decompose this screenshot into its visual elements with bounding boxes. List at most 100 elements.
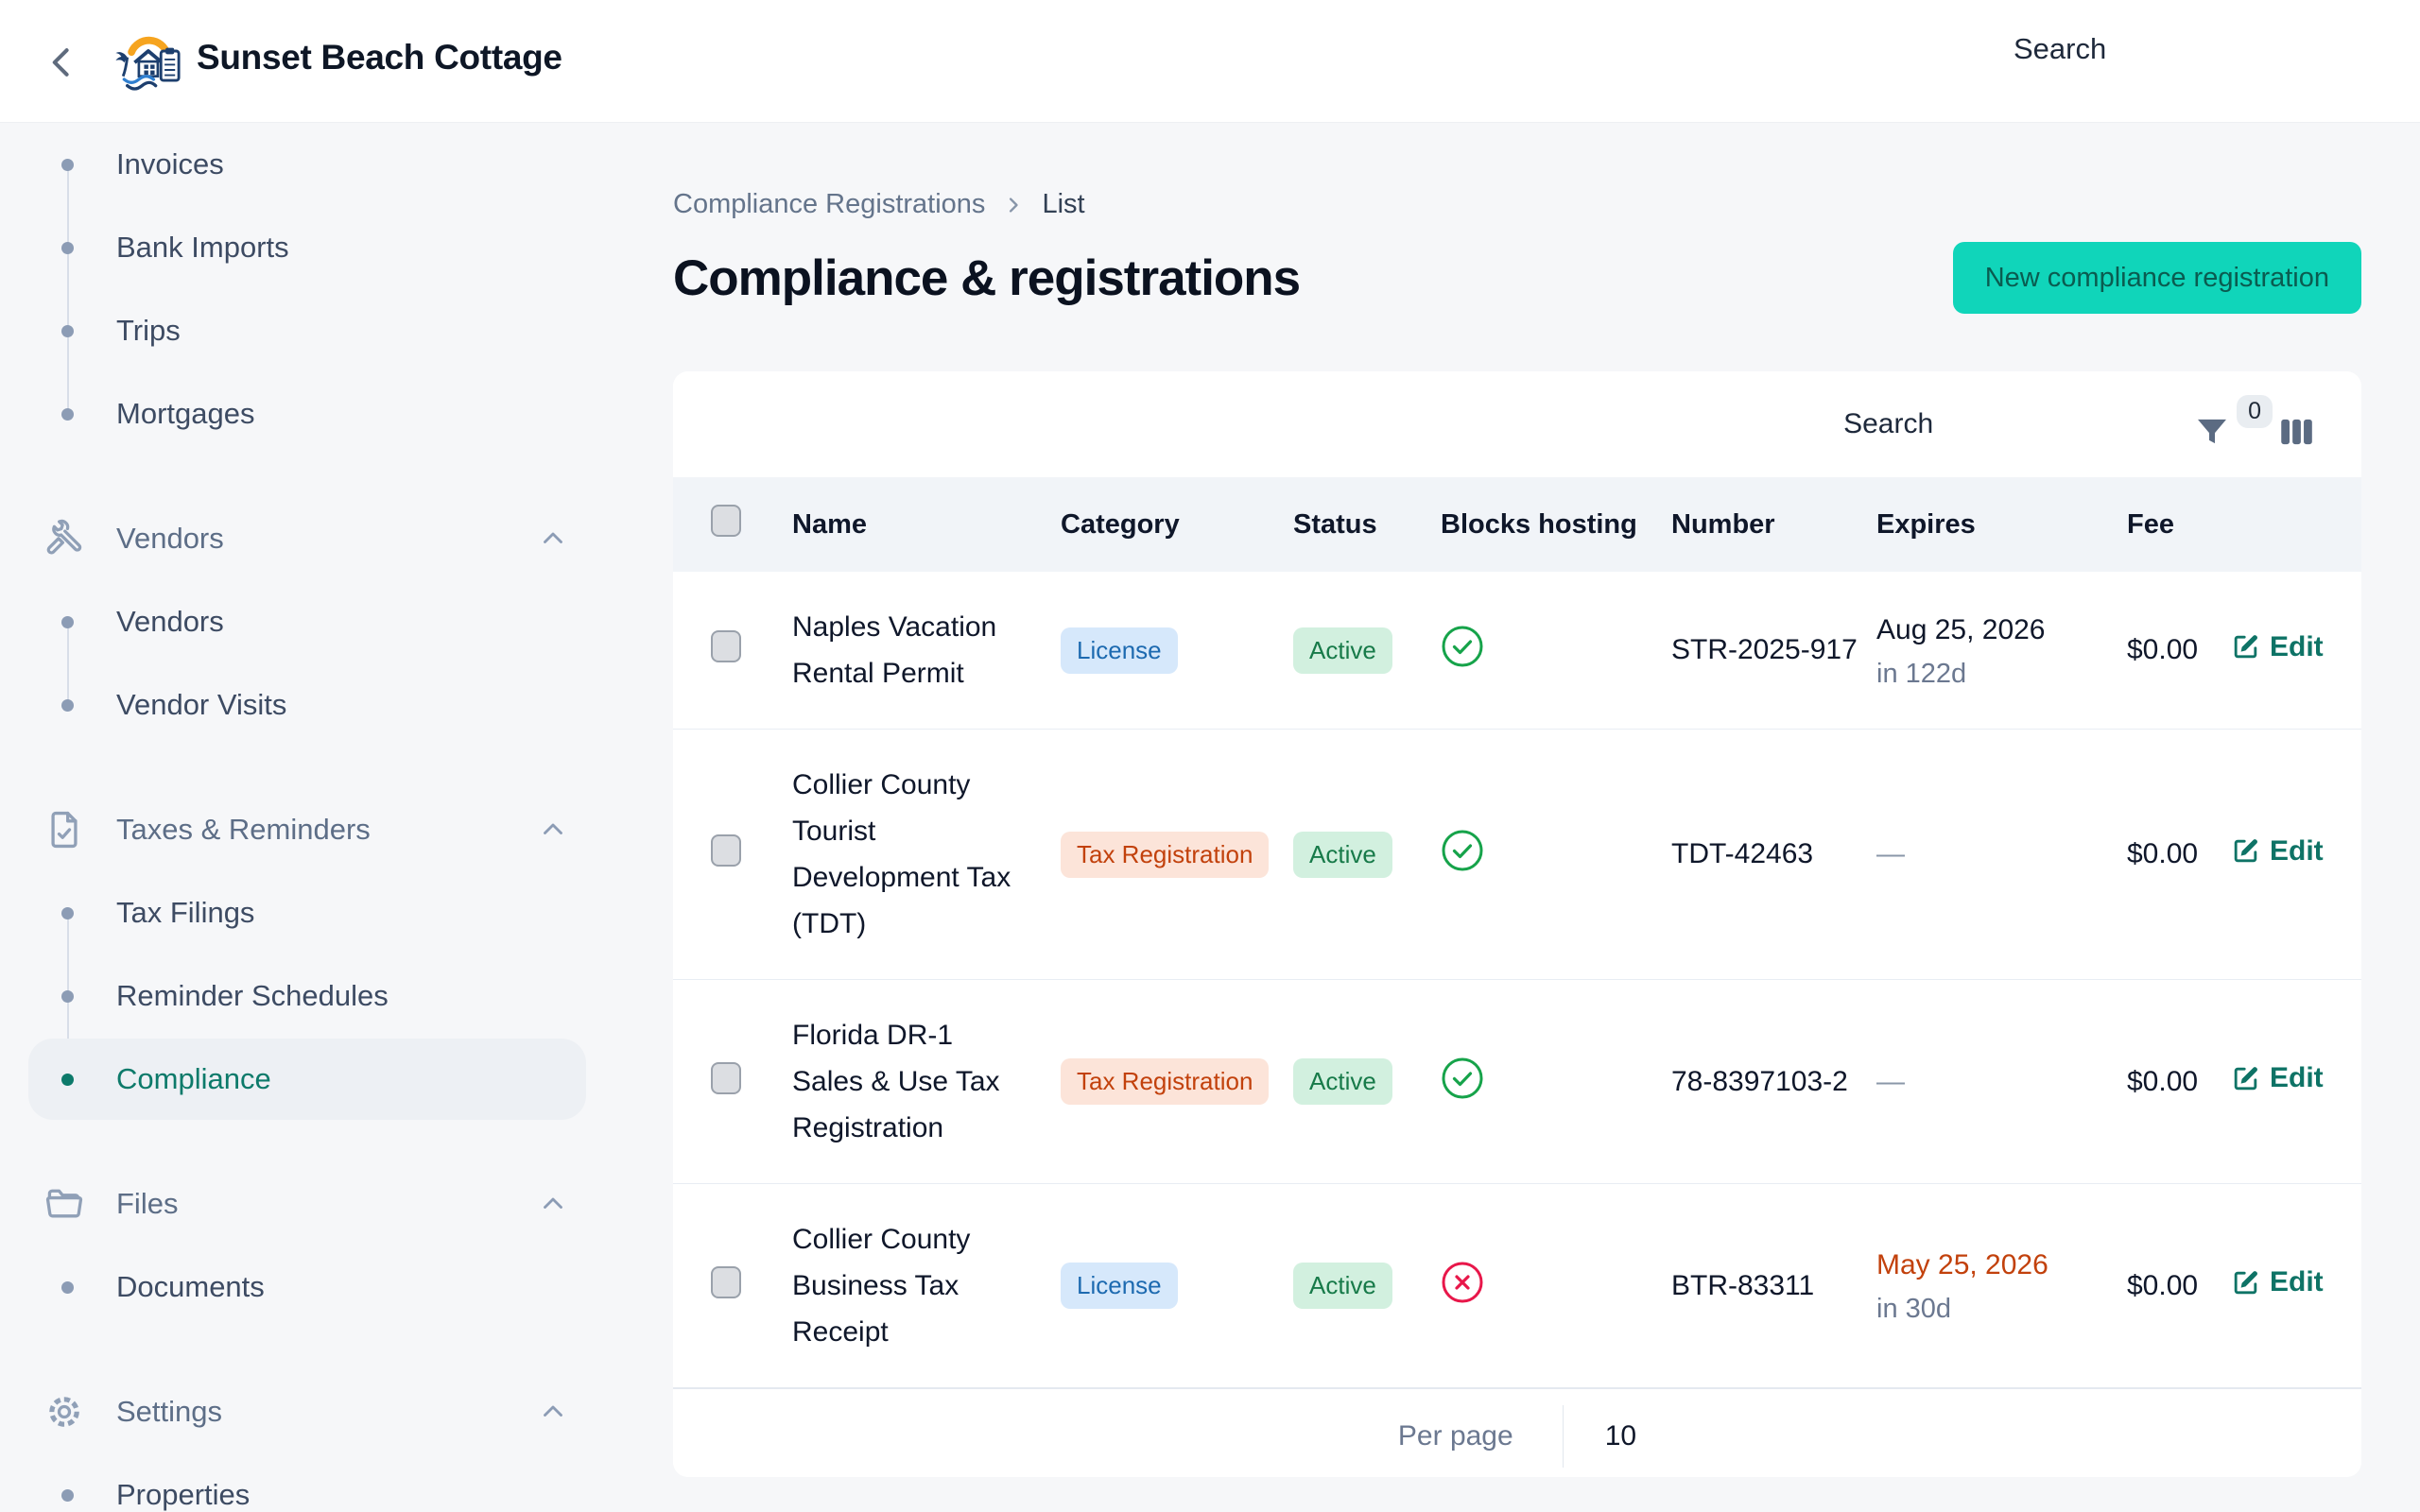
breadcrumb-current: List [1042, 189, 1084, 220]
column-header-name: Name [792, 509, 1061, 541]
breadcrumb: Compliance Registrations List [673, 189, 2361, 220]
sidebar-item-label: Tax Filings [116, 896, 254, 930]
sidebar-item-vendors[interactable]: Vendors [0, 580, 624, 663]
fee-value: $0.00 [2127, 838, 2231, 870]
edit-button[interactable]: Edit [2231, 835, 2324, 868]
chevron-up-icon[interactable] [537, 814, 569, 846]
sidebar-section-header-taxes-reminders[interactable]: Taxes & Reminders [0, 788, 624, 871]
x-circle-icon [1441, 1261, 1484, 1304]
edit-button[interactable]: Edit [2231, 1062, 2324, 1094]
app-header: Sunset Beach Cottage Search [0, 0, 2420, 123]
bullet-icon [61, 616, 74, 628]
sidebar-item-label: Reminder Schedules [116, 979, 389, 1013]
table-search-input[interactable] [1843, 408, 2193, 440]
expires-date: May 25, 2026 [1876, 1246, 2127, 1284]
category-badge: Tax Registration [1061, 832, 1269, 878]
sidebar-item-compliance[interactable]: Compliance [0, 1038, 624, 1121]
bullet-icon [61, 408, 74, 421]
sidebar-item-invoices[interactable]: Invoices [0, 123, 624, 206]
columns-icon[interactable] [2276, 412, 2316, 452]
table-header-row: NameCategoryStatusBlocks hostingNumberEx… [673, 477, 2361, 572]
bullet-icon [61, 159, 74, 171]
edit-label: Edit [2270, 835, 2324, 868]
expires-date: — [1876, 835, 2127, 873]
sidebar-item-properties[interactable]: Properties [0, 1453, 624, 1512]
sidebar-item-vendor-visits[interactable]: Vendor Visits [0, 663, 624, 747]
filter-count-badge: 0 [2237, 395, 2273, 428]
chevron-up-icon[interactable] [537, 1188, 569, 1220]
edit-label: Edit [2270, 1266, 2324, 1298]
tools-icon [43, 518, 85, 559]
breadcrumb-parent[interactable]: Compliance Registrations [673, 189, 985, 220]
sidebar-item-bank-imports[interactable]: Bank Imports [0, 206, 624, 289]
chevron-up-icon[interactable] [537, 1396, 569, 1428]
status-badge: Active [1293, 832, 1392, 878]
edit-label: Edit [2270, 1062, 2324, 1094]
sidebar-item-label: Vendor Visits [116, 688, 286, 722]
sidebar-item-label: Trips [116, 314, 181, 348]
column-header-expires: Expires [1876, 509, 2127, 541]
row-checkbox[interactable] [711, 834, 741, 867]
sidebar-item-label: Invoices [116, 147, 224, 181]
row-checkbox[interactable] [711, 1062, 741, 1094]
row-checkbox[interactable] [711, 1266, 741, 1298]
sidebar-item-trips[interactable]: Trips [0, 289, 624, 372]
sidebar-section-items: Properties [0, 1453, 624, 1512]
category-badge: Tax Registration [1061, 1058, 1269, 1105]
edit-button[interactable]: Edit [2231, 1266, 2324, 1298]
edit-button[interactable]: Edit [2231, 631, 2324, 663]
sidebar-section-label: Taxes & Reminders [116, 813, 371, 847]
expires-in: in 30d [1876, 1294, 2127, 1325]
sidebar-section-header-settings[interactable]: Settings [0, 1370, 624, 1453]
registrations-card: 0 NameCategoryStatusBlocks hostingNumber… [673, 371, 2361, 1477]
main-content: Compliance Registrations List Compliance… [624, 123, 2420, 1512]
property-name: Sunset Beach Cottage [197, 38, 562, 77]
column-header-blocks-hosting: Blocks hosting [1427, 509, 1671, 541]
registration-number: 78-8397103-2 [1671, 1066, 1876, 1098]
sidebar-item-tax-filings[interactable]: Tax Filings [0, 871, 624, 954]
sidebar-item-label: Compliance [116, 1062, 271, 1096]
chevron-up-icon[interactable] [537, 523, 569, 555]
status-badge: Active [1293, 627, 1392, 674]
registration-name: Naples Vacation Rental Permit [792, 604, 1014, 696]
sidebar-section-files: Files Documents [0, 1162, 624, 1329]
row-checkbox[interactable] [711, 630, 741, 662]
table-toolbar: 0 [673, 371, 2361, 477]
expires-date: — [1876, 1063, 2127, 1101]
sidebar-item-label: Documents [116, 1270, 265, 1304]
new-compliance-registration-button[interactable]: New compliance registration [1953, 242, 2361, 314]
per-page-value[interactable]: 10 [1605, 1420, 1636, 1452]
edit-pencil-icon [2231, 632, 2260, 662]
registration-number: STR-2025-917 [1671, 634, 1876, 666]
sidebar-item-documents[interactable]: Documents [0, 1246, 624, 1329]
category-badge: License [1061, 1263, 1178, 1309]
select-all-checkbox[interactable] [711, 505, 741, 537]
sidebar-section-vendors: Vendors Vendors Vendor Visits [0, 497, 624, 747]
header-search-button[interactable]: Search [2014, 32, 2106, 66]
sidebar-item-label: Bank Imports [116, 231, 289, 265]
registration-name: Collier County Tourist Development Tax (… [792, 762, 1014, 947]
sidebar-section-header-files[interactable]: Files [0, 1162, 624, 1246]
bullet-icon [61, 699, 74, 712]
column-header-fee: Fee [2127, 509, 2231, 541]
bullet-icon [61, 242, 74, 254]
sidebar-section-label: Vendors [116, 522, 224, 556]
sidebar-section-header-vendors[interactable]: Vendors [0, 497, 624, 580]
sidebar-section-items: Vendors Vendor Visits [0, 580, 624, 747]
filter-icon[interactable] [2193, 414, 2231, 452]
table-row: Naples Vacation Rental Permit License Ac… [673, 572, 2361, 730]
gear-icon [43, 1391, 85, 1433]
chevron-right-icon [1000, 192, 1027, 218]
bullet-icon [61, 990, 74, 1003]
category-badge: License [1061, 627, 1178, 674]
page-title: Compliance & registrations [673, 249, 1300, 307]
sidebar-item-label: Vendors [116, 605, 224, 639]
edit-pencil-icon [2231, 1268, 2260, 1297]
back-arrow-icon[interactable] [42, 42, 83, 83]
sidebar-item-reminder-schedules[interactable]: Reminder Schedules [0, 954, 624, 1038]
sidebar-item-mortgages[interactable]: Mortgages [0, 372, 624, 455]
property-logo [112, 23, 187, 98]
table-body: Naples Vacation Rental Permit License Ac… [673, 572, 2361, 1388]
sidebar-section-taxes-reminders: Taxes & Reminders Tax Filings Reminder S… [0, 788, 624, 1121]
status-badge: Active [1293, 1263, 1392, 1309]
